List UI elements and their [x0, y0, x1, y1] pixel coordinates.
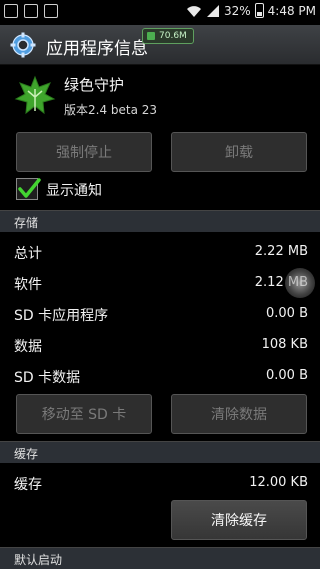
green-leaf-icon — [14, 75, 56, 115]
page-title: 应用程序信息 — [46, 39, 148, 59]
storage-row-data: 数据 108 KB — [0, 330, 320, 361]
status-bar: 32% 4:48 PM — [0, 0, 320, 25]
cache-section-title: 缓存 — [14, 447, 39, 461]
battery-percent: 32% — [223, 3, 251, 18]
row-label: SD 卡应用程序 — [14, 308, 109, 324]
show-notification-checkbox[interactable] — [16, 178, 41, 200]
title-bar: 应用程序信息 70.6M — [0, 25, 320, 65]
row-label: 总计 — [14, 246, 42, 262]
storage-row-total: 总计 2.22 MB — [0, 237, 320, 268]
row-value: 0.00 B — [266, 306, 308, 321]
move-to-sd-button[interactable]: 移动至 SD 卡 — [16, 394, 152, 434]
clear-cache-button[interactable]: 清除缓存 — [171, 500, 307, 540]
storage-section-header: 存储 — [0, 210, 320, 232]
cache-row: 缓存 12.00 KB — [0, 468, 320, 499]
storage-section-title: 存储 — [14, 216, 39, 230]
row-label: 软件 — [14, 277, 42, 293]
row-value: 0.00 B — [266, 368, 308, 383]
row-value: 2.22 MB — [254, 244, 308, 259]
status-bar-notifications — [4, 4, 58, 18]
row-value: 108 KB — [261, 337, 308, 352]
status-bar-system: 32% 4:48 PM — [186, 3, 316, 18]
memory-badge[interactable]: 70.6M — [142, 28, 194, 44]
clear-data-button[interactable]: 清除数据 — [171, 394, 307, 434]
usb-icon — [4, 4, 18, 18]
uninstall-button[interactable]: 卸载 — [171, 132, 307, 172]
row-value: 12.00 KB — [249, 475, 308, 490]
show-notification-label: 显示通知 — [46, 183, 102, 199]
settings-gear-icon — [10, 32, 36, 58]
storage-row-sd-app: SD 卡应用程序 0.00 B — [0, 299, 320, 330]
row-label: 缓存 — [14, 477, 42, 493]
row-label: 数据 — [14, 339, 42, 355]
clock: 4:48 PM — [267, 3, 316, 18]
wifi-icon — [186, 5, 201, 17]
image-icon — [24, 4, 38, 18]
storage-row-sd-data: SD 卡数据 0.00 B — [0, 361, 320, 392]
launch-default-section-header: 默认启动 — [0, 547, 320, 569]
touch-indicator — [285, 268, 315, 298]
signal-icon — [206, 4, 219, 17]
app-name: 绿色守护 — [64, 76, 125, 94]
checkmark-icon — [18, 178, 41, 198]
sd-card-icon — [44, 4, 58, 18]
launch-default-section-title: 默认启动 — [14, 553, 63, 567]
storage-row-app: 软件 2.12 MB — [0, 268, 320, 299]
app-version: 版本2.4 beta 23 — [64, 103, 158, 117]
row-label: SD 卡数据 — [14, 370, 81, 386]
force-stop-button[interactable]: 强制停止 — [16, 132, 152, 172]
cache-section-header: 缓存 — [0, 441, 320, 463]
battery-icon — [254, 3, 264, 18]
